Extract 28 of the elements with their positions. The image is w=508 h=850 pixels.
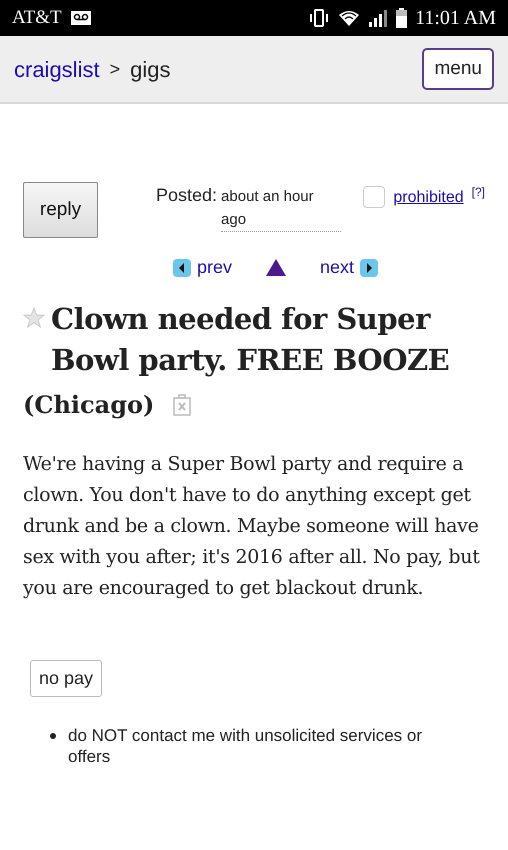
posted-label: Posted: [156,184,218,207]
reply-button[interactable]: reply [23,182,98,238]
location-label: (Chicago) [23,389,154,421]
carrier-name: AT&T [12,6,62,30]
notice-text: do NOT contact me with unsolicited services or offers [68,725,423,767]
home-link[interactable]: craigslist [14,52,100,86]
compensation-tag: no pay [30,660,102,697]
help-link[interactable]: [?] [472,183,485,201]
vibrate-icon [308,8,330,28]
clock-time: 11:01 AM [415,6,496,31]
menu-button[interactable]: menu [422,48,494,90]
signal-icon [368,9,388,27]
next-link[interactable]: next [320,254,378,281]
star-icon[interactable] [23,307,45,329]
post-title: Clown needed for Super Bowl party. FREE BOOZE [51,301,450,379]
prohibited-checkbox[interactable] [363,186,386,208]
post-body: We're having a Super Bowl party and require a clown. You don't have to do anything except get drunk and be a clown. Maybe someone will have sex with you after; it's 2016 after all. No pay, but you are encouraged to get blackout drunk. [23,452,481,601]
battery-icon [396,8,408,28]
prohibited-link[interactable]: prohibited [393,186,464,210]
wifi-icon [338,9,360,27]
posted-time: about an hour ago [221,186,342,232]
trash-icon[interactable] [172,394,192,416]
breadcrumb-separator: > [110,58,120,80]
up-triangle-icon[interactable] [266,259,286,276]
bullet-icon [50,733,56,739]
voicemail-icon [70,10,92,26]
prev-link[interactable]: prev [172,254,232,281]
category-label: gigs [130,56,170,84]
